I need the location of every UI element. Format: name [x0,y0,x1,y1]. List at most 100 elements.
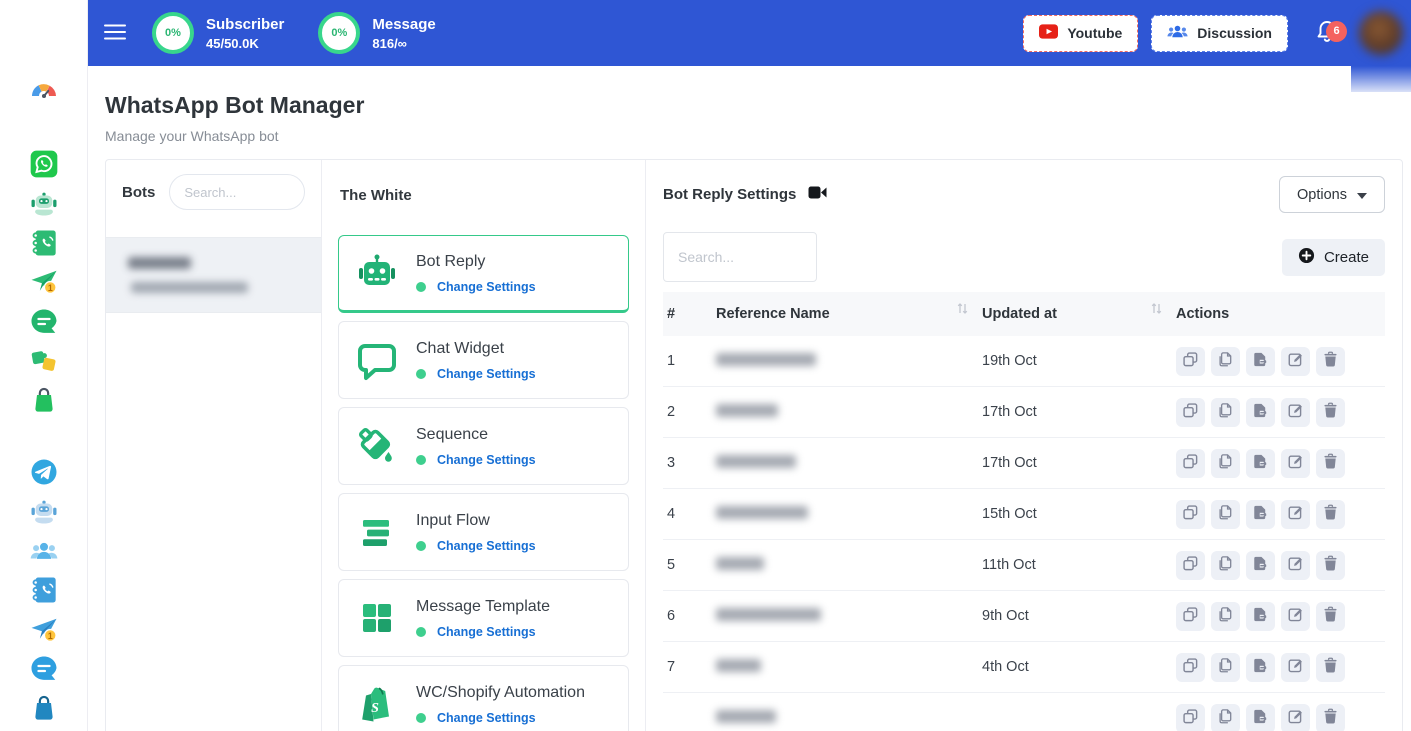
sidebar-item-store-blue[interactable] [0,693,88,723]
action-clone-button[interactable] [1211,551,1240,580]
status-dot [416,541,426,551]
clone-icon [1217,657,1234,677]
sidebar-item-store-green[interactable] [0,385,88,415]
video-tutorial-icon[interactable] [808,185,827,205]
reply-search-input[interactable] [663,232,817,282]
sidebar-item-integrations[interactable] [0,346,88,376]
change-settings-link[interactable]: Change Settings [437,711,536,725]
settings-nav-card-input-flow[interactable]: Input Flow Change Settings [338,493,629,571]
column-header-updated: Updated at [982,306,1057,322]
change-settings-link[interactable]: Change Settings [437,625,536,639]
action-copy-button[interactable] [1176,398,1205,427]
change-settings-link[interactable]: Change Settings [437,453,536,467]
action-clone-button[interactable] [1211,449,1240,478]
sidebar-item-groups-blue[interactable] [0,536,88,566]
action-export-button[interactable] [1246,551,1275,580]
sidebar-item-contacts-blue[interactable] [0,575,88,605]
action-export-button[interactable] [1246,449,1275,478]
sort-icon[interactable] [1151,302,1162,319]
action-export-button[interactable] [1246,398,1275,427]
action-edit-button[interactable] [1281,602,1310,631]
settings-nav-card-bot-reply[interactable]: Bot Reply Change Settings [338,235,629,313]
hamburger-icon [104,24,126,43]
action-copy-button[interactable] [1176,347,1205,376]
action-edit-button[interactable] [1281,551,1310,580]
action-copy-button[interactable] [1176,551,1205,580]
settings-card-title: WC/Shopify Automation [416,684,585,702]
bots-search-input[interactable] [169,174,305,210]
sidebar-item-telegram[interactable] [0,457,88,487]
change-settings-link[interactable]: Change Settings [437,280,536,294]
action-delete-button[interactable] [1316,551,1345,580]
action-delete-button[interactable] [1316,449,1345,478]
action-copy-button[interactable] [1176,704,1205,731]
change-settings-link[interactable]: Change Settings [437,539,536,553]
action-edit-button[interactable] [1281,500,1310,529]
action-copy-button[interactable] [1176,602,1205,631]
sidebar-item-livechat-green[interactable] [0,307,88,337]
row-number: 2 [667,404,716,420]
action-export-button[interactable] [1246,653,1275,682]
sidebar-item-contacts-green[interactable] [0,228,88,258]
options-dropdown-button[interactable]: Options [1279,176,1385,213]
action-clone-button[interactable] [1211,602,1240,631]
settings-nav-card-shopify[interactable]: S WC/Shopify Automation Change Settings [338,665,629,731]
row-actions [1176,449,1381,478]
bot-builder-blue-icon [29,496,59,526]
user-avatar[interactable] [1351,0,1411,92]
chevron-down-icon [1357,187,1367,203]
action-delete-button[interactable] [1316,602,1345,631]
reply-settings-title: Bot Reply Settings [663,186,796,203]
settings-nav-card-message-template[interactable]: Message Template Change Settings [338,579,629,657]
action-delete-button[interactable] [1316,500,1345,529]
settings-nav-card-chat-widget[interactable]: Chat Widget Change Settings [338,321,629,399]
bot-builder-green-icon [29,188,59,218]
settings-nav-card-sequence[interactable]: Sequence Change Settings [338,407,629,485]
action-delete-button[interactable] [1316,653,1345,682]
action-clone-button[interactable] [1211,653,1240,682]
action-edit-button[interactable] [1281,347,1310,376]
usage-stat-value: 45/50.0K [206,36,284,51]
menu-toggle-button[interactable] [104,24,126,43]
plus-circle-icon [1298,247,1315,268]
action-copy-button[interactable] [1176,449,1205,478]
change-settings-link[interactable]: Change Settings [437,367,536,381]
action-export-button[interactable] [1246,602,1275,631]
row-actions [1176,704,1381,731]
action-edit-button[interactable] [1281,449,1310,478]
sidebar-item-whatsapp[interactable] [0,149,88,179]
action-export-button[interactable] [1246,347,1275,376]
column-header-actions: Actions [1176,306,1381,322]
bot-list-item-selected[interactable] [106,237,321,313]
action-copy-button[interactable] [1176,653,1205,682]
action-clone-button[interactable] [1211,704,1240,731]
sidebar-item-broadcast-blue[interactable]: 1 [0,615,88,645]
action-copy-button[interactable] [1176,500,1205,529]
app-logo[interactable] [0,80,88,112]
action-clone-button[interactable] [1211,398,1240,427]
create-button[interactable]: Create [1282,239,1385,276]
action-delete-button[interactable] [1316,347,1345,376]
usage-stat-label: Message [372,16,435,33]
sidebar-item-livechat-blue[interactable] [0,654,88,684]
sidebar-item-bot-builder-blue[interactable] [0,496,88,526]
action-edit-button[interactable] [1281,398,1310,427]
export-icon [1252,708,1269,728]
sidebar-item-broadcast-green[interactable]: 1 [0,267,88,297]
action-export-button[interactable] [1246,704,1275,731]
row-actions [1176,398,1381,427]
sidebar-item-bot-builder-green[interactable] [0,188,88,218]
sort-icon[interactable] [957,302,968,319]
action-clone-button[interactable] [1211,347,1240,376]
discussion-button[interactable]: Discussion [1151,15,1288,52]
action-edit-button[interactable] [1281,704,1310,731]
row-actions [1176,551,1381,580]
action-export-button[interactable] [1246,500,1275,529]
action-delete-button[interactable] [1316,704,1345,731]
notifications-button[interactable]: 6 [1315,19,1339,48]
action-edit-button[interactable] [1281,653,1310,682]
edit-icon [1287,351,1304,371]
action-clone-button[interactable] [1211,500,1240,529]
action-delete-button[interactable] [1316,398,1345,427]
youtube-button[interactable]: Youtube [1023,15,1138,52]
